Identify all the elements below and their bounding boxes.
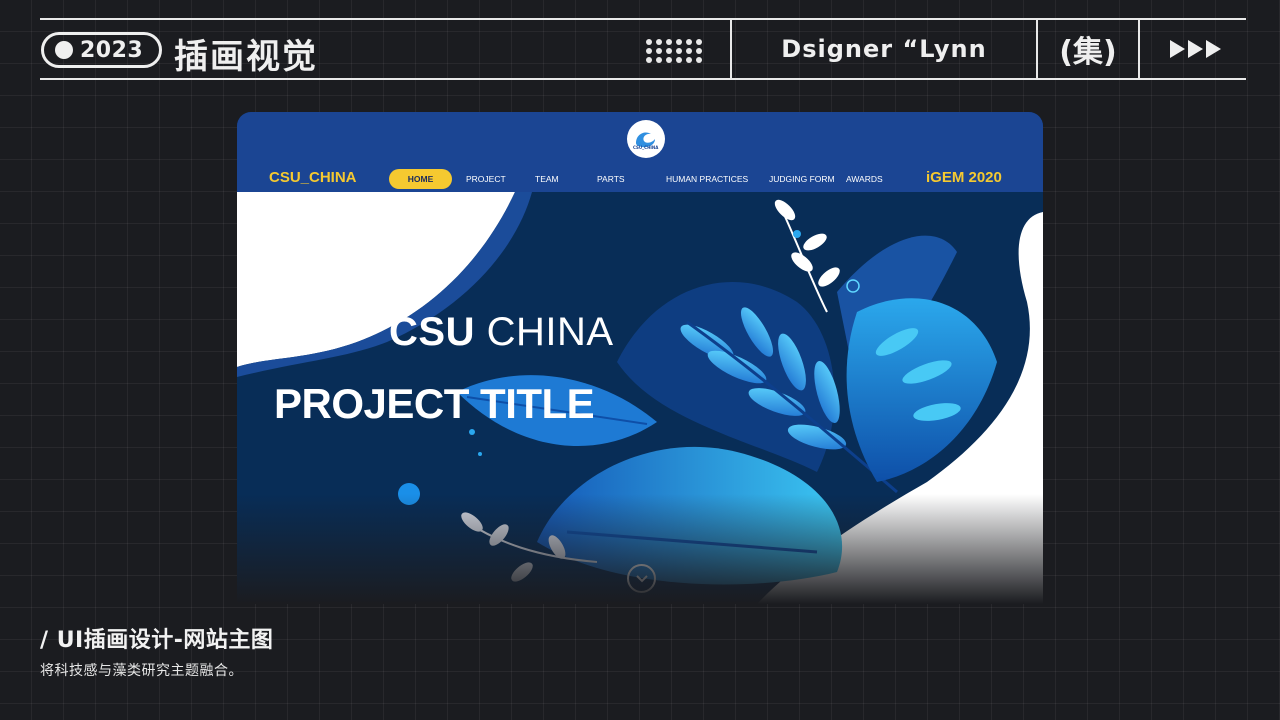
csu-logo-icon: CSU_CHINA [627,120,665,158]
mockup-navbar: CSU_CHINA CSU_CHINA HOME PROJECT TEAM PA… [237,112,1043,192]
dot-icon [55,41,73,59]
nav-item-awards[interactable]: AWARDS [846,174,883,184]
hero-brand-title: CSU CHINA [389,310,614,355]
nav-item-parts[interactable]: PARTS [597,174,625,184]
nav-item-team[interactable]: TEAM [535,174,559,184]
nav-item-human-practices[interactable]: HUMAN PRACTICES [666,174,748,184]
chevron-down-circle-icon[interactable] [627,564,656,593]
hero-brand-light: CHINA [486,310,614,354]
dot-grid-icon [646,39,704,63]
chevron-down-icon [635,574,648,582]
logo-caption: CSU_CHINA [633,145,659,150]
page-title: 插画视觉 [174,37,318,77]
nav-item-judging-form[interactable]: JUDGING FORM [769,174,835,184]
event-badge: iGEM 2020 [926,169,1002,186]
nav-item-project[interactable]: PROJECT [466,174,506,184]
set-label: (集) [1038,20,1140,78]
triple-play-arrow-icon[interactable] [1170,40,1221,58]
nav-home-button[interactable]: HOME [389,169,452,189]
year-text: 2023 [80,37,144,63]
website-mockup: CSU CHINA PROJECT TITLE CSU_CHINA CSU_CH… [237,112,1043,604]
hero-section: CSU CHINA PROJECT TITLE [237,192,1043,604]
header-bar: 2023 插画视觉 Dsigner “Lynn (集) [40,18,1246,80]
caption-subtitle: 将科技感与藻类研究主题融合。 [40,663,243,679]
caption-title: / UI插画设计-网站主图 [40,628,274,653]
hero-brand-bold: CSU [389,310,475,354]
brand-name[interactable]: CSU_CHINA [269,169,357,186]
project-title: PROJECT TITLE [274,380,595,427]
designer-label: Dsigner “Lynn [730,20,1038,78]
year-badge: 2023 [41,32,162,68]
